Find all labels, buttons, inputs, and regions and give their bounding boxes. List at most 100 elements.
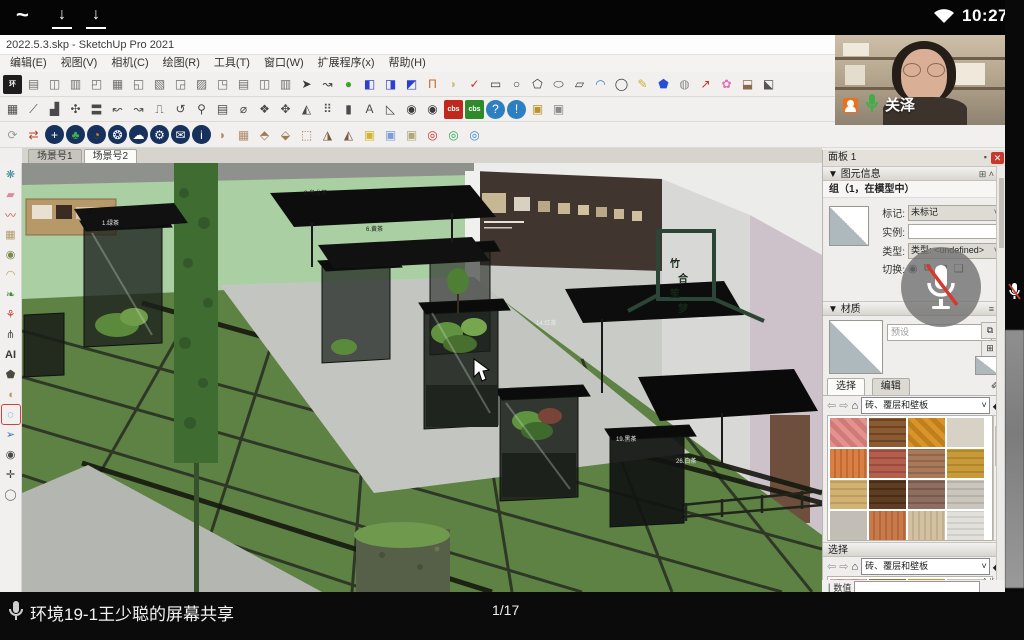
parallelogram-tool-icon[interactable]: ▱ (570, 75, 589, 94)
component-box-icon[interactable]: ◨ (381, 75, 400, 94)
texture-swatch[interactable] (908, 511, 945, 540)
furniture-tool-icon[interactable]: ◱ (129, 75, 148, 94)
texture-swatch[interactable] (869, 480, 906, 509)
zoom-selected-icon[interactable]: ◌ (2, 405, 20, 424)
diameter-tool-icon[interactable]: ⌀ (234, 100, 253, 119)
sprout-icon[interactable]: ⚘ (2, 305, 20, 324)
cube-tan-icon[interactable]: ▣ (402, 125, 421, 144)
furniture-tool-icon[interactable]: ◫ (45, 75, 64, 94)
panel-tool-icon[interactable]: ▤ (213, 100, 232, 119)
texture-swatch[interactable] (908, 480, 945, 509)
twig-icon[interactable]: ⋔ (2, 325, 20, 344)
circle-outline-tool-icon[interactable]: ◯ (612, 75, 631, 94)
furniture-tool-icon[interactable]: ◫ (255, 75, 274, 94)
webcam-tile[interactable]: 关泽 (835, 35, 1005, 125)
bent-arrow-tool-icon[interactable]: ↝ (318, 75, 337, 94)
mute-toggle-button[interactable] (901, 247, 981, 327)
orbit-circle-icon[interactable]: ◯ (2, 485, 20, 504)
sweep-left-icon[interactable]: ↜ (108, 100, 127, 119)
help-icon[interactable]: ? (486, 100, 505, 119)
spiral-red-icon[interactable]: ◎ (423, 125, 442, 144)
texture-swatch[interactable] (908, 418, 945, 447)
red-brush-icon[interactable]: ✓ (465, 75, 484, 94)
home-icon[interactable]: ⌂ (851, 400, 858, 412)
rock-icon[interactable]: ⬟ (2, 365, 20, 384)
pencil-line-icon[interactable]: ⟋ (24, 100, 43, 119)
menu-help[interactable]: 帮助(H) (389, 55, 426, 72)
tab-edit[interactable]: 编辑 (872, 378, 910, 395)
component-box-icon[interactable]: ◩ (402, 75, 421, 94)
door-tool-icon[interactable]: ▮ (339, 100, 358, 119)
tag-dropdown[interactable]: 未标记˅ (908, 205, 1001, 221)
rotate-tool-icon[interactable]: ↺ (171, 100, 190, 119)
mail-icon[interactable]: ✉ (171, 125, 190, 144)
safe-box-icon[interactable]: ▣ (528, 100, 547, 119)
back-arrow-icon[interactable]: ⇦ (827, 399, 836, 412)
spiral-blue-icon[interactable]: ◎ (465, 125, 484, 144)
cbs-red-icon[interactable]: cbs (444, 100, 463, 119)
layout-logo-icon[interactable]: 环 (3, 75, 22, 94)
stool-icon[interactable]: Π (423, 75, 442, 94)
back-arrow-icon[interactable]: ⇦ (827, 560, 836, 573)
sandbox-contours-icon[interactable]: ◗ (213, 125, 232, 144)
map-icon[interactable]: ▦ (2, 225, 20, 244)
texture-swatch[interactable] (830, 480, 867, 509)
menu-tools[interactable]: 工具(T) (214, 55, 250, 72)
pie-circle-icon[interactable]: ◔ (87, 125, 106, 144)
menu-draw[interactable]: 绘图(R) (163, 55, 200, 72)
menu-camera[interactable]: 相机(C) (111, 55, 148, 72)
furniture-tool-icon[interactable]: ▦ (108, 75, 127, 94)
furniture-tool-icon[interactable]: ◳ (213, 75, 232, 94)
material-category-dropdown[interactable]: 砖、覆层和壁板˅ (861, 397, 990, 414)
furniture-tool-icon[interactable]: ◰ (87, 75, 106, 94)
add-detail-icon[interactable]: ◭ (339, 125, 358, 144)
texture-swatch[interactable] (947, 449, 984, 478)
furniture-tool-icon[interactable]: ▥ (66, 75, 85, 94)
probe-tool-icon[interactable]: ⚲ (192, 100, 211, 119)
panel-close-icon[interactable]: ✕ (991, 152, 1004, 164)
cursor-tool-icon[interactable]: ➤ (297, 75, 316, 94)
menu-edit[interactable]: 编辑(E) (10, 55, 47, 72)
blue-polygon-tool-icon[interactable]: ⬟ (654, 75, 673, 94)
tree-circle-icon[interactable]: ♣ (66, 125, 85, 144)
texture-swatch[interactable] (908, 449, 945, 478)
instance-input[interactable] (908, 224, 1001, 239)
equal-lines-icon[interactable]: 〓 (87, 100, 106, 119)
leaf-icon[interactable]: ❧ (2, 285, 20, 304)
blue-pointer-icon[interactable]: ➢ (2, 425, 20, 444)
secondary-select-header[interactable]: 选择 (823, 542, 1006, 557)
texture-swatch[interactable] (947, 511, 984, 540)
menu-view[interactable]: 视图(V) (61, 55, 98, 72)
texture-swatch[interactable] (869, 418, 906, 447)
compass-icon[interactable]: ❋ (2, 165, 20, 184)
forward-arrow-icon[interactable]: ⇨ (839, 560, 848, 573)
grid-box-icon[interactable]: ▦ (3, 100, 22, 119)
ribbon-icon[interactable]: 〰 (2, 205, 20, 224)
smoove-icon[interactable]: ⬘ (255, 125, 274, 144)
terrain-ball-icon[interactable]: ◉ (2, 245, 20, 264)
label-a-tool-icon[interactable]: A (360, 100, 379, 119)
texture-swatch[interactable] (947, 418, 984, 447)
flip-edge-icon[interactable]: ◮ (318, 125, 337, 144)
materials-header-icons[interactable]: ≡ (989, 302, 994, 317)
sandbox-scratch-icon[interactable]: ▦ (234, 125, 253, 144)
layers-swap-icon[interactable]: ⇄ (24, 125, 43, 144)
add-circle-icon[interactable]: + (45, 125, 64, 144)
furniture-tool-icon[interactable]: ▤ (24, 75, 43, 94)
material-category-dropdown[interactable]: 砖、覆层和壁板˅ (861, 558, 990, 575)
menu-extensions[interactable]: 扩展程序(x) (318, 55, 375, 72)
mirror-tool-icon[interactable]: ◭ (297, 100, 316, 119)
cloud-upload-icon[interactable]: ☁ (129, 125, 148, 144)
rectangle-tool-icon[interactable]: ▭ (486, 75, 505, 94)
download-icon[interactable]: ↓ (52, 7, 72, 29)
spray-tool-icon[interactable]: ✥ (276, 100, 295, 119)
furniture-tool-icon[interactable]: ▥ (276, 75, 295, 94)
polygon-tool-icon[interactable]: ⬠ (528, 75, 547, 94)
eraser-pink-icon[interactable]: ▰ (2, 185, 20, 204)
gear-icon[interactable]: ⚙ (150, 125, 169, 144)
ai-box-icon[interactable]: AI (2, 345, 20, 364)
menu-window[interactable]: 窗口(W) (264, 55, 304, 72)
balloon-marker-icon[interactable]: ● (339, 75, 358, 94)
wedge-tool-icon[interactable]: ◺ (381, 100, 400, 119)
circle-tool-icon[interactable]: ○ (507, 75, 526, 94)
